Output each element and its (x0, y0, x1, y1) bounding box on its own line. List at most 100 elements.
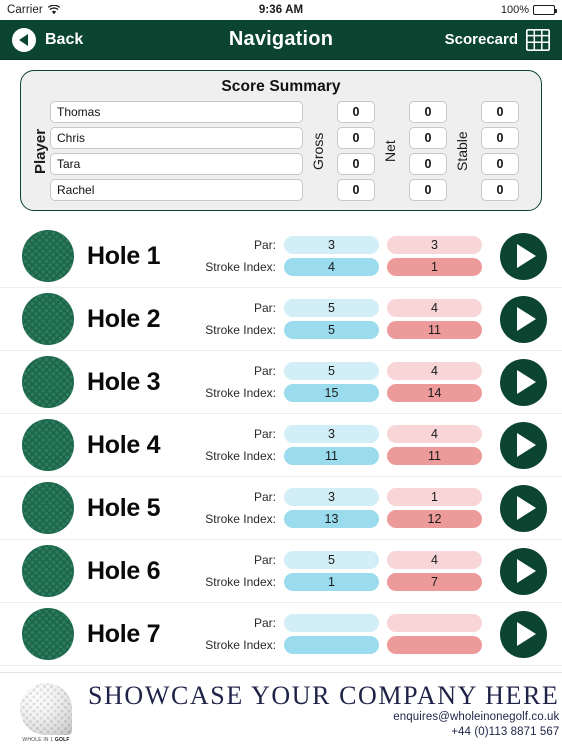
play-triangle-icon (516, 622, 536, 646)
par-label: Par: (253, 364, 276, 378)
gross-value: 0 (337, 101, 375, 123)
banner-text: SHOWCASE YOUR COMPANY HERE enquires@whol… (88, 682, 559, 740)
stable-column-label: Stable (454, 131, 470, 171)
hole-stats: Par: Stroke Index: (205, 614, 490, 654)
hole-row[interactable]: Hole 3 Par: Stroke Index: 5 15 4 14 (0, 351, 562, 414)
blue-tee-pills: 55 (284, 299, 379, 339)
score-summary-section: Score Summary Player Gross 0 0 0 0 Net 0… (0, 60, 562, 211)
stroke-index-pill-blue: 11 (284, 447, 379, 465)
hole-row[interactable]: Hole 7 Par: Stroke Index: (0, 603, 562, 666)
golf-ball-logo-icon: WHOLE IN 1 GOLF (18, 681, 74, 743)
stroke-index-label: Stroke Index: (205, 575, 276, 589)
player-name-input[interactable] (50, 153, 303, 175)
gross-column: 0 0 0 0 (337, 101, 375, 201)
player-name-input[interactable] (50, 127, 303, 149)
red-tee-pills: 4 11 (387, 425, 482, 465)
par-pill-pink: 4 (387, 362, 482, 380)
logo-caption-bold: GOLF (54, 736, 70, 743)
scorecard-button-label: Scorecard (444, 31, 518, 48)
net-column-label: Net (382, 140, 398, 162)
hole-name-label: Hole 4 (87, 430, 161, 459)
hole-row[interactable]: Hole 2 Par: Stroke Index: 5 5 4 11 (0, 288, 562, 351)
par-pill-blue: 5 (284, 299, 379, 317)
player-name-input[interactable] (50, 101, 303, 123)
stroke-index-label: Stroke Index: (205, 260, 276, 274)
stat-labels: Par: Stroke Index: (205, 236, 276, 276)
stroke-index-pill-pink (387, 636, 482, 654)
play-hole-button[interactable] (500, 547, 547, 595)
stroke-index-pill-blue (284, 636, 379, 654)
scorecard-button[interactable]: Scorecard (444, 28, 551, 51)
play-triangle-icon (516, 307, 536, 331)
banner-email[interactable]: enquires@wholeinonegolf.co.uk (88, 710, 559, 726)
back-button-label: Back (45, 30, 84, 48)
banner-phone[interactable]: +44 (0)113 8871 567 (88, 725, 559, 741)
hole-name-label: Hole 5 (87, 493, 161, 522)
stroke-index-label: Stroke Index: (205, 323, 276, 337)
hole-row[interactable]: Hole 6 Par: Stroke Index: 5 1 4 7 (0, 540, 562, 603)
stable-value: 0 (481, 101, 519, 123)
player-axis-label: Player (32, 128, 49, 174)
advertisement-banner[interactable]: WHOLE IN 1 GOLF SHOWCASE YOUR COMPANY HE… (0, 672, 562, 750)
play-triangle-icon (516, 559, 536, 583)
hole-name-label: Hole 7 (87, 619, 161, 648)
play-triangle-icon (516, 433, 536, 457)
stable-value: 0 (481, 179, 519, 201)
blue-tee-pills: 3 13 (284, 488, 379, 528)
stat-labels: Par: Stroke Index: (205, 425, 276, 465)
gross-value: 0 (337, 179, 375, 201)
hole-stats: Par: Stroke Index: 3 11 4 11 (205, 425, 490, 465)
stroke-index-pill-pink: 11 (387, 447, 482, 465)
play-hole-button[interactable] (500, 610, 547, 658)
back-button[interactable]: Back (12, 27, 84, 52)
grid-table-icon (525, 28, 551, 51)
hole-stats: Par: Stroke Index: 3 13 1 12 (205, 488, 490, 528)
stat-labels: Par: Stroke Index: (205, 614, 276, 654)
player-name-input[interactable] (50, 179, 303, 201)
play-hole-button[interactable] (500, 358, 547, 406)
par-label: Par: (253, 427, 276, 441)
par-pill-pink: 4 (387, 551, 482, 569)
red-tee-pills (387, 614, 482, 654)
play-hole-button[interactable] (500, 295, 547, 343)
blue-tee-pills: 51 (284, 551, 379, 591)
golf-ball-icon (22, 482, 74, 534)
stroke-index-label: Stroke Index: (205, 512, 276, 526)
score-summary-card: Score Summary Player Gross 0 0 0 0 Net 0… (20, 70, 542, 211)
stroke-index-pill-pink: 1 (387, 258, 482, 276)
par-label: Par: (253, 238, 276, 252)
hole-row[interactable]: Hole 4 Par: Stroke Index: 3 11 4 11 (0, 414, 562, 477)
stat-labels: Par: Stroke Index: (205, 299, 276, 339)
hole-stats: Par: Stroke Index: 3 4 3 1 (205, 236, 490, 276)
hole-stats: Par: Stroke Index: 5 15 4 14 (205, 362, 490, 402)
play-hole-button[interactable] (500, 421, 547, 469)
stroke-index-pill-blue: 1 (284, 573, 379, 591)
par-pill-blue: 3 (284, 488, 379, 506)
par-pill-pink (387, 614, 482, 632)
play-hole-button[interactable] (500, 484, 547, 532)
red-tee-pills: 31 (387, 236, 482, 276)
status-bar: Carrier 9:36 AM 100% (0, 0, 562, 20)
play-triangle-icon (516, 496, 536, 520)
play-hole-button[interactable] (500, 232, 547, 280)
par-pill-pink: 3 (387, 236, 482, 254)
stat-labels: Par: Stroke Index: (205, 362, 276, 402)
play-triangle-icon (516, 244, 536, 268)
battery-full-icon (533, 5, 557, 15)
par-pill-blue: 5 (284, 362, 379, 380)
hole-row[interactable]: Hole 1 Par: Stroke Index: 3 4 3 1 (0, 225, 562, 288)
par-label: Par: (253, 490, 276, 504)
hole-name-label: Hole 1 (87, 241, 161, 270)
navigation-bar: Back Navigation Scorecard (0, 20, 562, 60)
par-pill-pink: 4 (387, 425, 482, 443)
stable-value: 0 (481, 153, 519, 175)
golf-ball-icon (22, 419, 74, 471)
hole-row[interactable]: Hole 5 Par: Stroke Index: 3 13 1 12 (0, 477, 562, 540)
red-tee-pills: 4 14 (387, 362, 482, 402)
hole-stats: Par: Stroke Index: 5 5 4 11 (205, 299, 490, 339)
par-pill-pink: 1 (387, 488, 482, 506)
banner-headline: SHOWCASE YOUR COMPANY HERE (88, 681, 560, 711)
net-value: 0 (409, 153, 447, 175)
stroke-index-pill-pink: 14 (387, 384, 482, 402)
hole-list: Hole 1 Par: Stroke Index: 3 4 3 1 Hole 2 Par: Str… (0, 225, 562, 666)
